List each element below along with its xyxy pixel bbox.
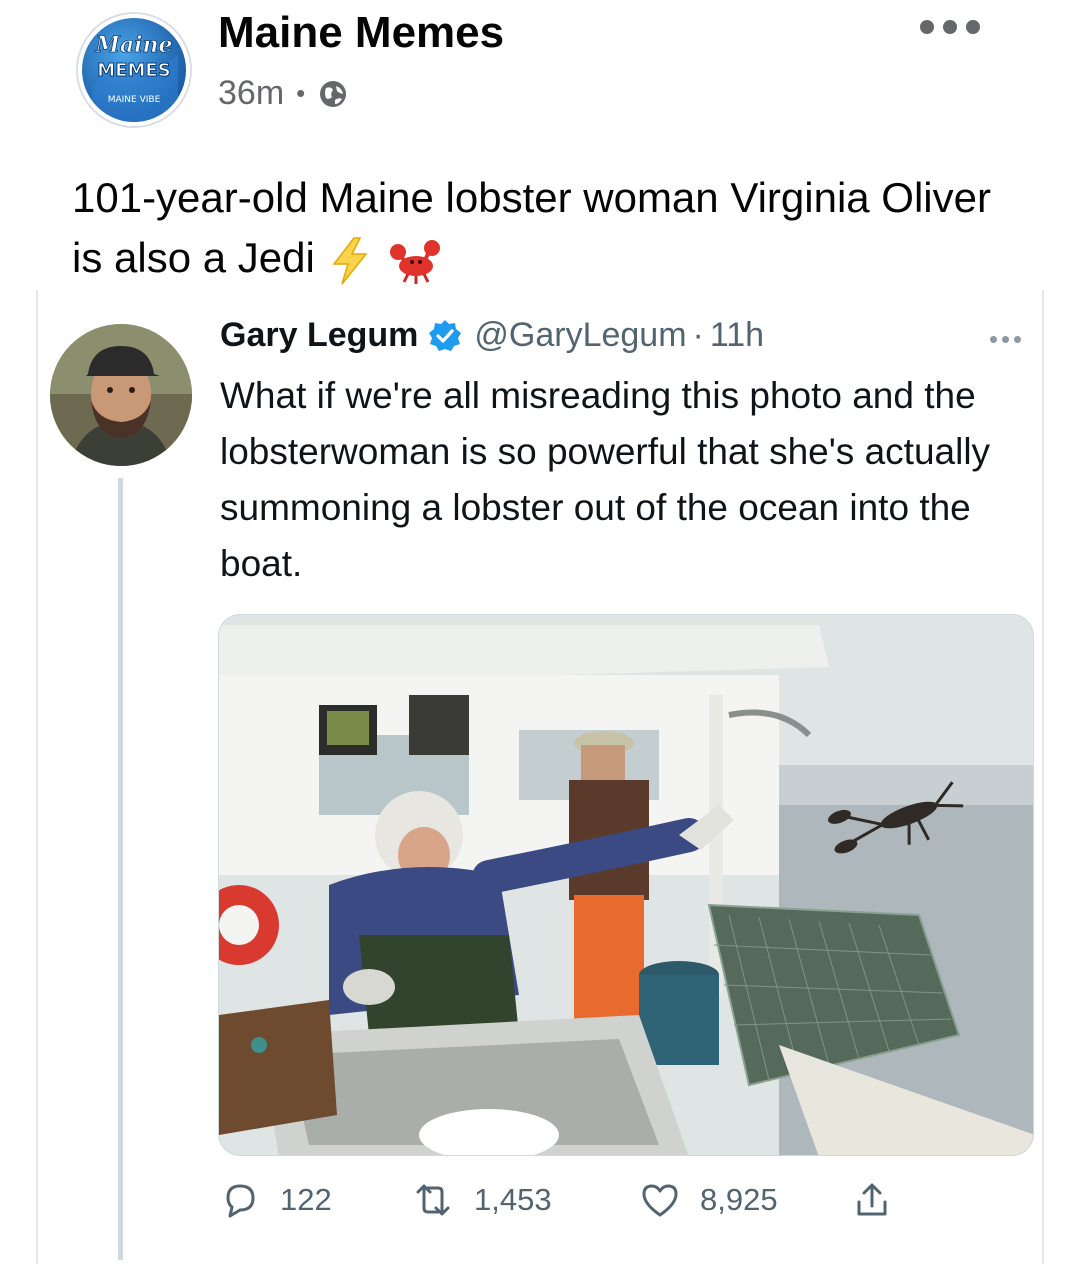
like-button[interactable]: 8,925 <box>640 1180 778 1220</box>
verified-badge-icon <box>429 319 462 351</box>
post-caption: 101-year-old Maine lobster woman Virgini… <box>72 168 1012 288</box>
tweet-header: Gary Legum @GaryLegum · 11h <box>220 316 764 355</box>
maine-memes-logo: Maine MEMES MAINE VIBE <box>92 32 178 122</box>
tweet-author-avatar[interactable] <box>50 324 192 466</box>
lobster-icon <box>390 239 441 284</box>
page-name[interactable]: Maine Memes <box>218 8 504 58</box>
lightning-icon <box>332 237 369 285</box>
like-count: 8,925 <box>700 1182 778 1217</box>
more-horizontal-icon[interactable] <box>920 20 992 40</box>
tweet-time[interactable]: 11h <box>710 316 764 355</box>
tweet-text: What if we're all misreading this photo … <box>220 375 991 584</box>
thread-line <box>118 478 123 1260</box>
meta-separator: • <box>296 78 306 108</box>
author-photo <box>50 324 192 466</box>
caption-text: 101-year-old Maine lobster woman Virgini… <box>72 174 991 281</box>
retweet-count: 1,453 <box>474 1182 552 1217</box>
logo-line3: MAINE VIBE <box>108 95 161 105</box>
tweet-author-handle[interactable]: @GaryLegum <box>474 316 686 355</box>
reply-count: 122 <box>280 1182 332 1217</box>
post-timestamp[interactable]: 36m <box>218 74 284 113</box>
post-meta: 36m • <box>218 74 349 113</box>
logo-line1: Maine <box>95 32 173 58</box>
tweet-actions: 122 1,453 8,925 <box>220 1180 920 1230</box>
tweet-separator: · <box>692 316 704 354</box>
lobster-boat-photo <box>219 615 1033 1155</box>
reply-icon <box>226 1184 255 1218</box>
retweet-button[interactable]: 1,453 <box>412 1180 552 1220</box>
share-icon <box>857 1183 887 1216</box>
tweet-photo[interactable] <box>218 614 1034 1156</box>
page-avatar[interactable]: Maine MEMES MAINE VIBE <box>78 14 190 126</box>
reply-button[interactable]: 122 <box>220 1180 332 1220</box>
tweet-author-name[interactable]: Gary Legum <box>220 316 418 355</box>
more-horizontal-icon[interactable] <box>990 336 1021 343</box>
share-button[interactable] <box>852 1180 892 1220</box>
heart-icon <box>642 1184 678 1217</box>
globe-icon <box>320 80 347 107</box>
retweet-icon <box>416 1184 450 1216</box>
logo-line2: MEMES <box>97 60 170 81</box>
